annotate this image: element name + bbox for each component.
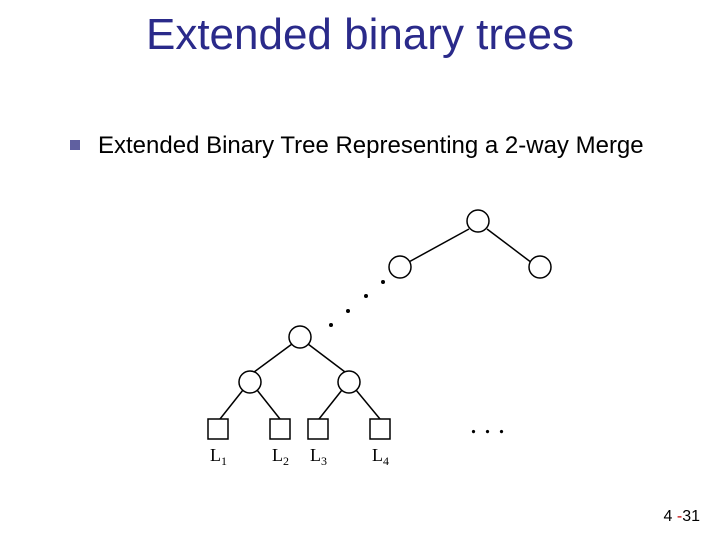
internal-node: [289, 326, 311, 348]
internal-node: [338, 371, 360, 393]
edge: [250, 344, 292, 375]
internal-node: [389, 256, 411, 278]
edge: [308, 344, 349, 375]
ellipsis-dot: [329, 323, 333, 327]
tree-diagram: . . . L1 L2 L3 L4: [180, 205, 560, 485]
internal-node: [467, 210, 489, 232]
ellipsis-dot: [364, 294, 368, 298]
edge: [220, 390, 243, 419]
external-node: [270, 419, 290, 439]
bullet-row: Extended Binary Tree Representing a 2-wa…: [70, 130, 660, 161]
edge: [407, 229, 469, 263]
leaf-label-2: L2: [272, 445, 289, 468]
external-node: [370, 419, 390, 439]
internal-node: [239, 371, 261, 393]
edge: [356, 390, 380, 419]
leaf-label-1: L1: [210, 445, 227, 468]
edge: [319, 390, 342, 419]
slide: Extended binary trees Extended Binary Tr…: [0, 0, 720, 540]
bullet-text: Extended Binary Tree Representing a 2-wa…: [98, 130, 644, 161]
ellipsis-dot: [346, 309, 350, 313]
leaf-label-3: L3: [310, 445, 327, 468]
bullet-icon: [70, 140, 80, 150]
page-number: 4 -31: [664, 508, 700, 526]
page-dash: -: [672, 508, 682, 525]
edge: [487, 229, 532, 263]
ellipsis-text: . . .: [470, 409, 505, 440]
page-num: 31: [682, 508, 700, 525]
external-node: [308, 419, 328, 439]
ellipsis-dot: [381, 280, 385, 284]
internal-node: [529, 256, 551, 278]
external-node: [208, 419, 228, 439]
slide-title: Extended binary trees: [0, 10, 720, 60]
edge: [257, 390, 280, 419]
leaf-label-4: L4: [372, 445, 389, 468]
